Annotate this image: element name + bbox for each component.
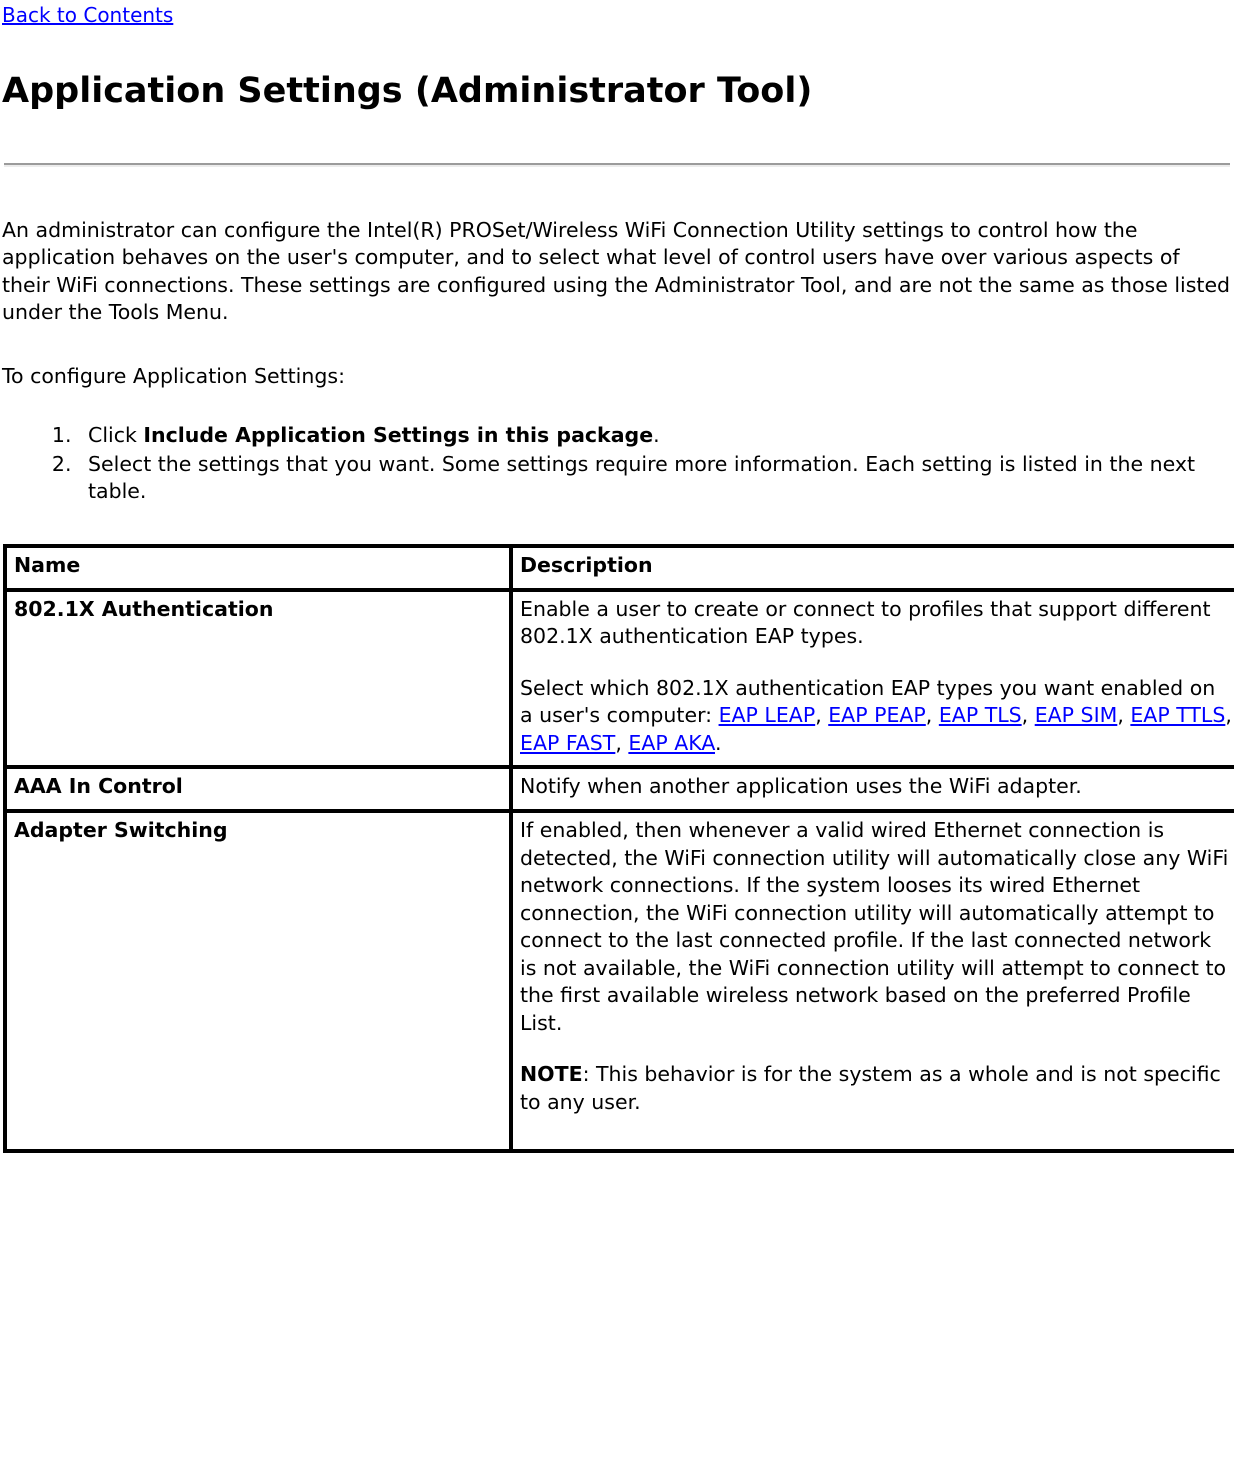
eap-peap-link[interactable]: EAP PEAP xyxy=(828,703,926,727)
step-1-prefix: Click xyxy=(88,423,144,448)
table-row: AAA In Control Notify when another appli… xyxy=(5,767,1234,811)
eap-sim-link[interactable]: EAP SIM xyxy=(1035,703,1118,727)
setting-name-8021x: 802.1X Authentication xyxy=(5,589,511,768)
eap-trailing-period: . xyxy=(715,730,722,755)
note-text: : This behavior is for the system as a w… xyxy=(520,1062,1221,1114)
eap-aka-link[interactable]: EAP AKA xyxy=(628,731,715,755)
setting-name-adapter-switching: Adapter Switching xyxy=(5,810,511,1151)
description-paragraph: Notify when another application uses the… xyxy=(520,774,1082,799)
step-1-bold-label: Include Application Settings in this pac… xyxy=(143,423,654,448)
application-settings-table: Name Description 802.1X Authentication E… xyxy=(3,544,1234,1153)
setting-description-8021x: Enable a user to create or connect to pr… xyxy=(511,589,1234,768)
document-page: Back to Contents Application Settings (A… xyxy=(0,0,1234,1153)
setting-name-aaa-in-control: AAA In Control xyxy=(5,767,511,811)
eap-tls-link[interactable]: EAP TLS xyxy=(939,703,1022,727)
setting-description-aaa-in-control: Notify when another application uses the… xyxy=(511,767,1234,811)
note-label: NOTE xyxy=(520,1062,583,1087)
list-item: Select the settings that you want. Some … xyxy=(78,451,1234,506)
page-title: Application Settings (Administrator Tool… xyxy=(2,71,813,111)
step-2-text: Select the settings that you want. Some … xyxy=(88,451,1195,504)
back-to-contents-link[interactable]: Back to Contents xyxy=(2,3,173,27)
list-item: Click Include Application Settings in th… xyxy=(78,422,1234,450)
table-row: Adapter Switching If enabled, then whene… xyxy=(5,810,1234,1151)
setting-description-adapter-switching: If enabled, then whenever a valid wired … xyxy=(511,810,1234,1151)
bottom-spacer xyxy=(520,1117,1233,1141)
configure-lead-in: To configure Application Settings: xyxy=(2,363,345,388)
description-paragraph-with-links: Select which 802.1X authentication EAP t… xyxy=(520,675,1232,755)
back-to-contents-container: Back to Contents xyxy=(0,0,1234,28)
column-header-description: Description xyxy=(511,546,1234,590)
description-paragraph: If enabled, then whenever a valid wired … xyxy=(520,817,1229,1035)
header-divider xyxy=(4,162,1230,167)
configure-steps-list: Click Include Application Settings in th… xyxy=(0,422,1234,506)
table-row: 802.1X Authentication Enable a user to c… xyxy=(5,589,1234,768)
step-1-suffix: . xyxy=(653,423,660,448)
eap-leap-link[interactable]: EAP LEAP xyxy=(719,703,816,727)
table-header-row: Name Description xyxy=(5,546,1234,590)
note-paragraph: NOTE: This behavior is for the system as… xyxy=(520,1061,1233,1116)
eap-ttls-link[interactable]: EAP TTLS xyxy=(1130,703,1225,727)
intro-paragraph: An administrator can configure the Intel… xyxy=(2,217,1231,325)
eap-fast-link[interactable]: EAP FAST xyxy=(520,731,615,755)
description-paragraph: Enable a user to create or connect to pr… xyxy=(520,596,1211,649)
column-header-name: Name xyxy=(5,546,511,590)
